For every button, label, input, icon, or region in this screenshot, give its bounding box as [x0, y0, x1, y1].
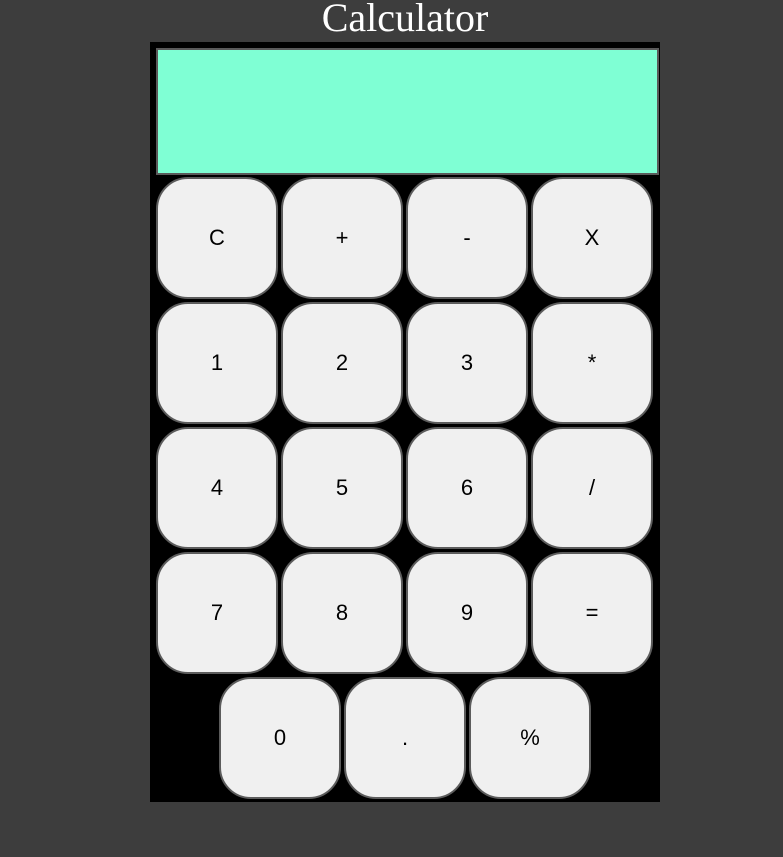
key-minus-button[interactable]: - [406, 177, 528, 299]
key-4-button[interactable]: 4 [156, 427, 278, 549]
display-input[interactable] [156, 48, 659, 175]
key-9-button[interactable]: 9 [406, 552, 528, 674]
key-3-button[interactable]: 3 [406, 302, 528, 424]
key-multiply-button[interactable]: * [531, 302, 653, 424]
key-8-button[interactable]: 8 [281, 552, 403, 674]
key-x-button[interactable]: X [531, 177, 653, 299]
key-plus-button[interactable]: + [281, 177, 403, 299]
key-equals-button[interactable]: = [531, 552, 653, 674]
calculator: C + - X 1 2 3 * 4 5 6/ 7 8 9 = 0.% [150, 42, 660, 802]
page-title: Calculator [321, 0, 489, 40]
key-divide-button[interactable]: / [531, 427, 653, 549]
key-0-button[interactable]: 0 [219, 677, 341, 799]
key-2-button[interactable]: 2 [281, 302, 403, 424]
key-decimal-button[interactable]: . [344, 677, 466, 799]
key-clear-button[interactable]: C [156, 177, 278, 299]
key-percent-button[interactable]: % [469, 677, 591, 799]
key-7-button[interactable]: 7 [156, 552, 278, 674]
key-5-button[interactable]: 5 [281, 427, 403, 549]
key-1-button[interactable]: 1 [156, 302, 278, 424]
key-6-button[interactable]: 6 [406, 427, 528, 549]
